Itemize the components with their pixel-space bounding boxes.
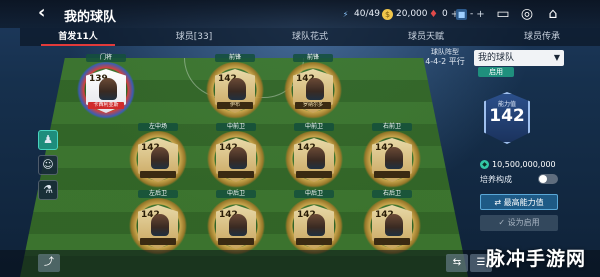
coin-icon: $ [382,8,393,20]
player-card-goalkeeper[interactable]: 门将 139 卡西利亚斯 [76,54,136,124]
token-icon: ■ [456,8,467,20]
position-label: 左中场 [138,123,178,131]
formation-info[interactable]: 球队阵型 4-4-2 平行 [418,48,472,66]
active-badge: 启用 [478,67,514,77]
player-portrait [151,214,169,236]
player-card-striker-1[interactable]: 前锋 142 伊布 [205,54,265,124]
position-label: 前锋 [293,54,333,62]
tab-team-tricks[interactable]: 球队花式 [252,28,368,46]
player-name: 罗纳尔多 [295,102,331,109]
player-name [140,171,176,178]
cultivate-toggle[interactable] [538,174,558,184]
tab-bar: 首发11人 球员[33] 球队花式 球员天赋 球员传承 [20,28,600,46]
player-card-left-mid[interactable]: 左中场 142 [128,123,188,193]
player-portrait [306,78,324,100]
player-portrait [307,147,325,169]
player-name [140,238,176,245]
player-view-button[interactable]: ☺ [38,155,58,175]
team-select-value: 我的球队 [478,53,515,63]
player-card-striker-2[interactable]: 前锋 142 罗纳尔多 [283,54,343,124]
toggle-knob [539,175,547,183]
player-portrait [229,147,247,169]
person-icon: ♟ [43,133,53,146]
tab-player-legacy[interactable]: 球员传承 [484,28,600,46]
tactics-view-button[interactable]: ⚗ [38,180,58,200]
player-name [218,238,254,245]
best-ability-button[interactable]: ⇄ 最高能力值 [480,194,558,210]
token-value: - [470,9,474,19]
player-portrait [307,214,325,236]
team-value-row: ◆ 10,500,000,000 [480,158,590,170]
player-portrait [228,78,246,100]
coin-resource: $ 20,000 [382,7,428,21]
back-arrow-icon[interactable]: ‹ [38,4,58,24]
share-icon[interactable]: ⤴ [38,254,60,272]
check-icon: ✓ [498,218,508,227]
gem-icon: ♦ [429,8,438,20]
top-bar: ‹ 我的球队 ⚡ 40/49 $ 20,000 ♦ 0 + ■ - + ▭ ◎ … [0,0,600,28]
tab-starting-eleven[interactable]: 首发11人 [20,28,136,46]
game-screen: ‹ 我的球队 ⚡ 40/49 $ 20,000 ♦ 0 + ■ - + ▭ ◎ … [0,0,600,277]
ability-value: 142 [489,106,525,126]
best-ability-label: 最高能力值 [503,198,544,207]
player-card-center-mid-1[interactable]: 中前卫 142 [206,123,266,193]
player-portrait [385,147,403,169]
player-name: 伊布 [217,102,253,109]
player-name [296,238,332,245]
position-label: 中前卫 [294,123,334,131]
gem-resource: ♦ 0 + [428,7,459,21]
chevron-down-icon: ▼ [553,53,560,62]
formation-label: 球队阵型 [431,48,459,56]
lineup-view-button[interactable]: ♟ [38,130,58,150]
position-label: 右后卫 [372,190,412,198]
energy-resource: ⚡ 40/49 [340,7,380,21]
position-label: 左后卫 [138,190,178,198]
diamond-coin-icon: ◆ [480,159,489,169]
player-name [374,238,410,245]
energy-icon: ⚡ [342,9,349,19]
player-name [218,171,254,178]
team-value: 10,500,000,000 [492,159,556,169]
player-name [296,171,332,178]
position-label: 前锋 [215,54,255,62]
tab-player-talent[interactable]: 球员天赋 [368,28,484,46]
player-name: 卡西利亚斯 [88,102,124,109]
position-label: 右前卫 [372,123,412,131]
player-portrait [151,147,169,169]
page-title: 我的球队 [64,10,117,25]
coin-value: 20,000 [396,9,428,19]
player-portrait [229,214,247,236]
chat-icon[interactable]: ▭ [494,5,512,23]
set-active-button[interactable]: ✓ 设为启用 [480,215,558,231]
player-portrait [99,78,117,100]
position-label: 中前卫 [216,123,256,131]
position-label: 中后卫 [294,190,334,198]
formation-value: 4-4-2 平行 [425,57,465,66]
tab-players[interactable]: 球员[33] [136,28,252,46]
energy-value: 40/49 [354,9,380,19]
watermark-logo: 脉冲手游网 [486,248,587,270]
token-resource: ■ - + [456,7,485,21]
player-portrait [385,214,403,236]
player-name [374,171,410,178]
user-icon: ☺ [42,158,54,171]
swap-arrows-icon[interactable]: ⇆ [446,254,468,272]
target-icon[interactable]: ◎ [518,5,536,23]
gem-value: 0 [442,9,448,19]
set-active-label: 设为启用 [507,218,540,227]
position-label: 中后卫 [216,190,256,198]
home-icon[interactable]: ⌂ [544,5,562,23]
token-add-icon[interactable]: + [476,9,484,20]
team-select[interactable]: 我的球队 ▼ [474,50,564,66]
flask-icon: ⚗ [43,183,53,196]
swap-icon: ⇄ [494,198,504,207]
player-card-center-mid-2[interactable]: 中前卫 142 [284,123,344,193]
player-card-right-mid[interactable]: 右前卫 142 [362,123,422,193]
position-label: 门将 [86,54,126,62]
